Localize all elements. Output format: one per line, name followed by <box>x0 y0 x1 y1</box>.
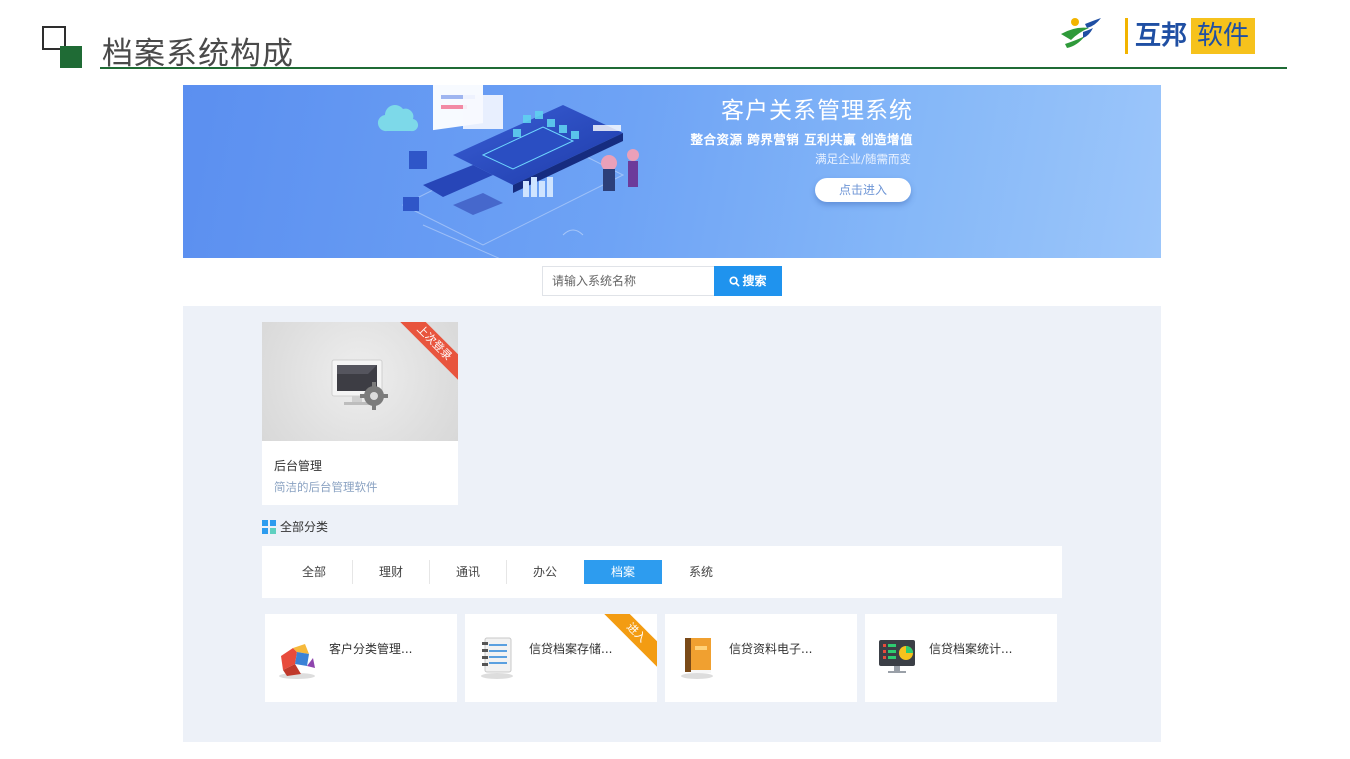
tab-communication[interactable]: 通讯 <box>442 560 494 584</box>
tab-system[interactable]: 系统 <box>675 560 727 584</box>
company-logo-text: 互邦 软件 <box>1125 18 1256 54</box>
app-card-credit-data-electronic[interactable]: 信贷资料电子... <box>665 614 857 702</box>
recent-app-card[interactable]: 上次登录 后台管理 简洁的后台管理软件 <box>262 322 458 505</box>
recent-app-name: 后台管理 <box>274 459 323 473</box>
search-input[interactable]: 请输入系统名称 <box>542 266 714 296</box>
app-name: 客户分类管理... <box>329 642 413 656</box>
notebook-icon <box>481 637 513 679</box>
recent-app-thumbnail: 上次登录 <box>262 322 458 441</box>
banner-subtitle: 整合资源 跨界营销 互利共赢 创造增值 <box>690 132 913 147</box>
banner-title: 客户关系管理系统 <box>721 98 913 124</box>
app-card-credit-archive-storage[interactable]: 信贷档案存储... 进入 <box>465 614 657 702</box>
app-card-customer-classification[interactable]: 客户分类管理... <box>265 614 457 702</box>
enter-badge: 进入 <box>603 614 657 668</box>
hero-banner: 客户关系管理系统 整合资源 跨界营销 互利共赢 创造增值 满足企业/随需而变 点… <box>183 85 1161 258</box>
app-card-credit-archive-statistics[interactable]: 信贷档案统计... <box>865 614 1057 702</box>
search-bar: 请输入系统名称 搜索 <box>183 258 1161 306</box>
header-divider <box>100 67 1287 69</box>
app-portal-screenshot: 客户关系管理系统 整合资源 跨界营销 互利共赢 创造增值 满足企业/随需而变 点… <box>183 85 1161 742</box>
recent-app-desc: 简洁的后台管理软件 <box>274 480 378 494</box>
category-grid-icon <box>262 520 276 534</box>
last-login-badge: 上次登录 <box>400 322 458 380</box>
tab-all[interactable]: 全部 <box>288 560 340 584</box>
corner-square-icon <box>42 26 82 68</box>
app-name: 信贷档案存储... <box>529 642 613 656</box>
search-button-label: 搜索 <box>742 274 767 288</box>
search-button[interactable]: 搜索 <box>714 266 782 296</box>
slide-header: 档案系统构成 互邦 软件 <box>0 0 1350 80</box>
tab-archive[interactable]: 档案 <box>584 560 662 584</box>
category-heading: 全部分类 <box>262 519 328 535</box>
monitor-gear-icon <box>331 359 388 410</box>
tab-finance[interactable]: 理财 <box>365 560 417 584</box>
app-name: 信贷档案统计... <box>929 642 1013 656</box>
puzzle-icon <box>279 644 315 679</box>
banner-tagline: 满足企业/随需而变 <box>815 152 911 166</box>
tab-office[interactable]: 办公 <box>519 560 571 584</box>
category-tabs: 全部 理财 通讯 办公 档案 系统 <box>262 546 1062 598</box>
app-name: 信贷资料电子... <box>729 642 813 656</box>
banner-enter-button[interactable]: 点击进入 <box>815 178 911 202</box>
search-icon <box>729 276 741 287</box>
dashboard-monitor-icon <box>879 640 915 673</box>
book-icon <box>681 638 713 679</box>
company-logo-icon <box>1061 18 1101 48</box>
